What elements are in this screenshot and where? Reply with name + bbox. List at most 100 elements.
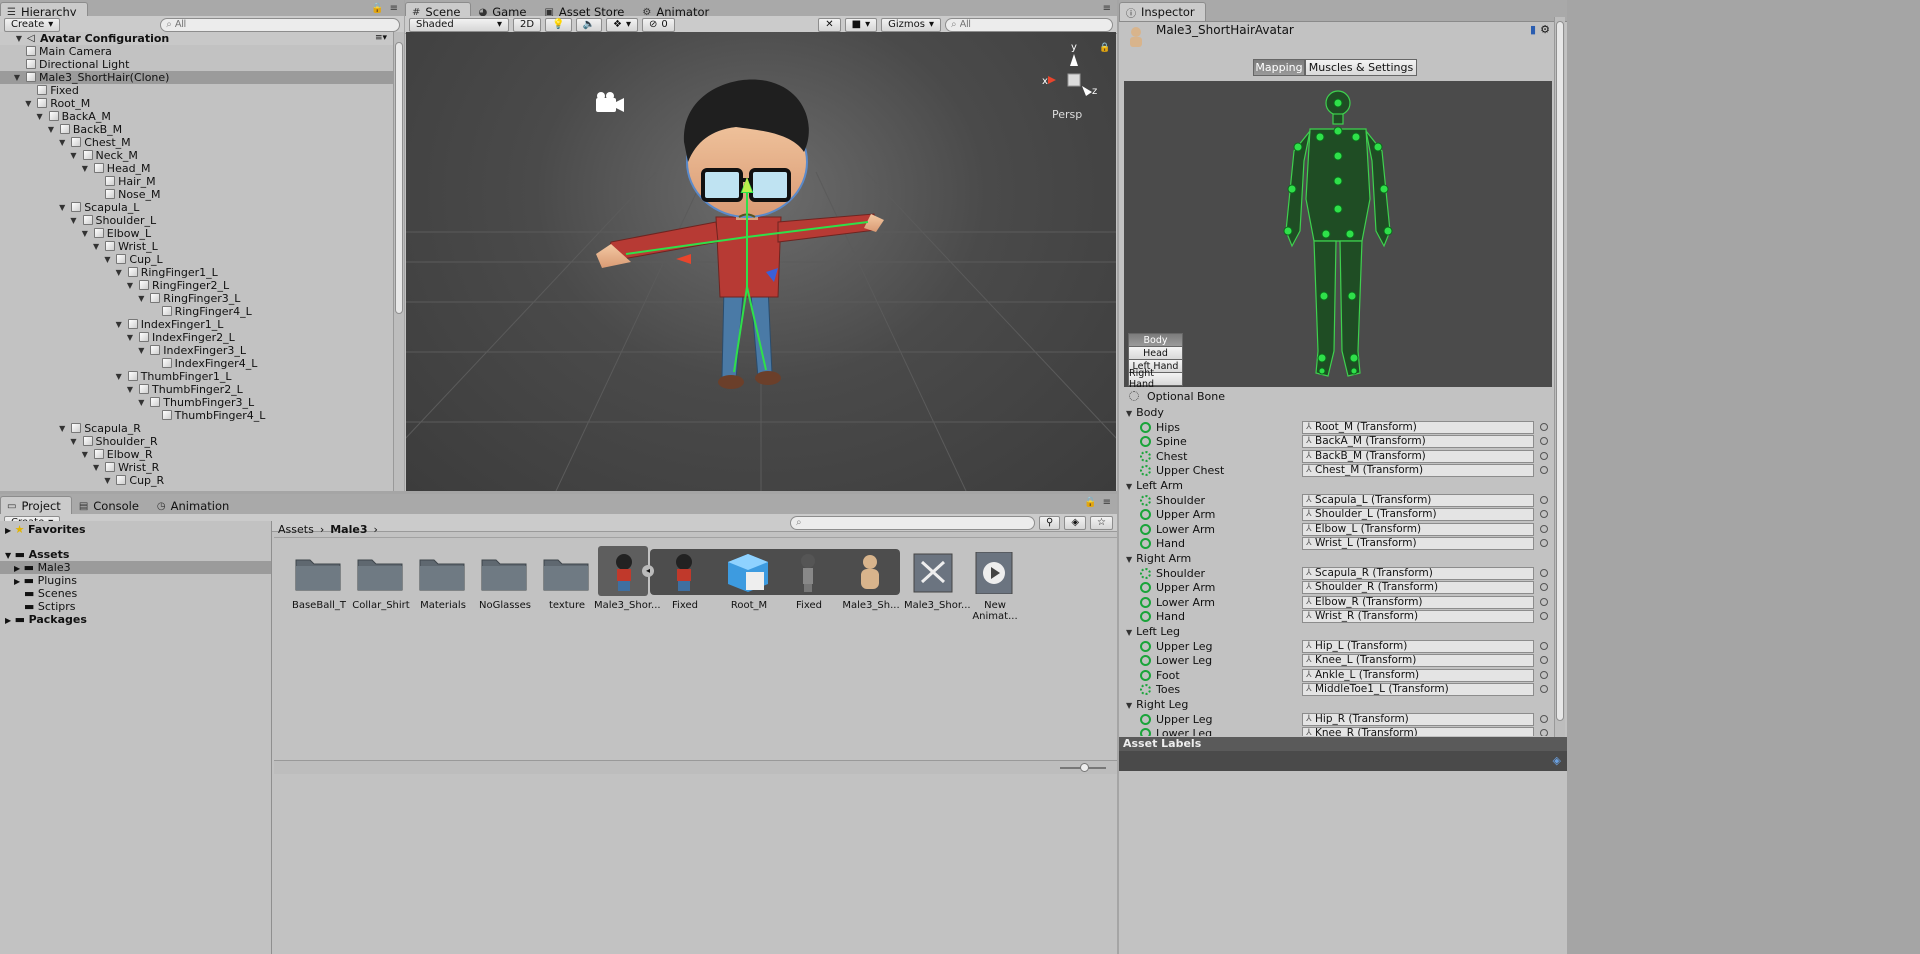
bone-transform-field[interactable]: Wrist_L (Transform)	[1302, 537, 1534, 551]
expand-arrow-icon[interactable]: ▼	[57, 422, 67, 435]
collapse-arrow-icon[interactable]: ▼	[14, 32, 24, 45]
hierarchy-scrollbar[interactable]	[393, 32, 404, 491]
object-picker-icon[interactable]	[1540, 670, 1548, 679]
bone-status-icon[interactable]	[1140, 611, 1151, 623]
body-button[interactable]: Body	[1128, 333, 1183, 347]
asset-label[interactable]: New Animat...	[964, 600, 1026, 622]
hierarchy-item[interactable]: ▼ Cup_R	[0, 474, 393, 487]
asset-label[interactable]: Male3_Shor...	[594, 600, 661, 611]
bone-status-icon[interactable]	[1140, 655, 1151, 667]
hierarchy-item[interactable]: ThumbFinger4_L	[0, 409, 393, 422]
expand-arrow-icon[interactable]: ▼	[46, 123, 56, 136]
asset-label[interactable]: Male3_Sh...	[840, 600, 902, 611]
tree-item-male3[interactable]: ▶ ▬ Male3	[0, 561, 271, 574]
object-picker-icon[interactable]	[1540, 583, 1548, 592]
folder-icon[interactable]	[480, 552, 528, 594]
collapse-subassets-icon[interactable]: ◂	[642, 565, 654, 577]
object-picker-icon[interactable]	[1540, 524, 1548, 533]
animation-clip-icon[interactable]	[970, 551, 1018, 595]
hierarchy-item[interactable]: ▼ Wrist_R	[0, 461, 393, 474]
lighting-toggle[interactable]: 💡	[545, 17, 572, 32]
hierarchy-item[interactable]: ▼ RingFinger1_L	[0, 266, 393, 279]
bone-transform-field[interactable]: MiddleToe1_L (Transform)	[1302, 683, 1534, 697]
menu-icon[interactable]: ≡	[1103, 3, 1111, 14]
tree-item-scenes[interactable]: ▬ Scenes	[24, 587, 77, 600]
cube-mesh-icon[interactable]	[724, 552, 772, 594]
expand-arrow-icon[interactable]: ▼	[136, 396, 146, 409]
hierarchy-item[interactable]: ▼ Root_M	[0, 97, 393, 110]
asset-label[interactable]: texture	[536, 600, 598, 611]
hierarchy-item[interactable]: ▼ BackB_M	[0, 123, 393, 136]
hierarchy-item[interactable]: ▼ Shoulder_L	[0, 214, 393, 227]
scene-header-row[interactable]: ▼ ◁ Avatar Configuration ≡▾	[0, 32, 393, 45]
lock-icon[interactable]: 🔒	[371, 3, 383, 14]
favorites-row[interactable]: ▶ ★ Favorites	[5, 523, 86, 536]
object-picker-icon[interactable]	[1540, 656, 1548, 665]
hierarchy-item[interactable]: ▼ RingFinger2_L	[0, 279, 393, 292]
folder-icon[interactable]	[542, 552, 590, 594]
bone-transform-field[interactable]: Shoulder_L (Transform)	[1302, 508, 1534, 522]
audio-toggle[interactable]: 🔈	[575, 17, 602, 32]
bone-status-icon[interactable]	[1140, 450, 1151, 462]
tab-project[interactable]: ▭ Project	[0, 496, 72, 515]
shading-dropdown[interactable]: Shaded ▾	[409, 17, 509, 32]
hierarchy-item[interactable]: ▼ Scapula_L	[0, 201, 393, 214]
tab-mapping[interactable]: Mapping	[1253, 59, 1305, 76]
gear-icon[interactable]: ⚙	[1540, 23, 1550, 36]
object-picker-icon[interactable]	[1540, 451, 1548, 460]
object-picker-icon[interactable]	[1540, 685, 1548, 694]
body-silhouette[interactable]	[1124, 81, 1552, 387]
bone-status-icon[interactable]	[1140, 669, 1151, 681]
scene-canvas[interactable]: y x z Persp 🔒	[406, 32, 1116, 491]
bone-status-icon[interactable]	[1140, 523, 1151, 535]
expand-arrow-icon[interactable]: ▼	[69, 214, 79, 227]
avatar-icon[interactable]	[846, 552, 894, 594]
expand-arrow-icon[interactable]: ▼	[57, 136, 67, 149]
bone-transform-field[interactable]: Knee_L (Transform)	[1302, 654, 1534, 668]
hierarchy-item[interactable]: ▼ Elbow_R	[0, 448, 393, 461]
bone-transform-field[interactable]: BackB_M (Transform)	[1302, 449, 1534, 463]
hierarchy-item[interactable]: ▼ Chest_M	[0, 136, 393, 149]
menu-icon[interactable]: ≡	[390, 3, 398, 14]
bone-group-header[interactable]: ▼ Left Arm	[1126, 479, 1183, 492]
hierarchy-item[interactable]: ▼ RingFinger3_L	[0, 292, 393, 305]
bone-status-icon[interactable]	[1140, 713, 1151, 725]
asset-label[interactable]: Male3_Shor...	[904, 600, 971, 611]
folder-icon[interactable]	[356, 552, 404, 594]
scene-viewport[interactable]: y x z Persp 🔒	[406, 32, 1116, 491]
expand-arrow-icon[interactable]: ▼	[114, 318, 124, 331]
effects-dropdown[interactable]: ❖ ▾	[605, 17, 638, 32]
expand-arrow-icon[interactable]: ▼	[125, 383, 135, 396]
object-picker-icon[interactable]	[1540, 597, 1548, 606]
bone-transform-field[interactable]: Scapula_R (Transform)	[1302, 566, 1534, 580]
bone-transform-field[interactable]: Ankle_L (Transform)	[1302, 668, 1534, 682]
bone-status-icon[interactable]	[1140, 596, 1151, 608]
asset-label[interactable]: NoGlasses	[474, 600, 536, 611]
bone-transform-field[interactable]: Shoulder_R (Transform)	[1302, 581, 1534, 595]
prefab-icon[interactable]	[910, 552, 958, 594]
bone-transform-field[interactable]: Hip_L (Transform)	[1302, 639, 1534, 653]
hierarchy-item[interactable]: Nose_M	[0, 188, 393, 201]
hierarchy-item[interactable]: ▼ Wrist_L	[0, 240, 393, 253]
hierarchy-item[interactable]: ▼ BackA_M	[0, 110, 393, 123]
hierarchy-item[interactable]: ▼ ThumbFinger3_L	[0, 396, 393, 409]
packages-row[interactable]: ▶ ▬ Packages	[5, 613, 87, 626]
expand-arrow-icon[interactable]: ▼	[125, 331, 135, 344]
expand-arrow-icon[interactable]: ▼	[57, 201, 67, 214]
tree-item-sctiprs[interactable]: ▬ Sctiprs	[24, 600, 76, 613]
object-picker-icon[interactable]	[1540, 466, 1548, 475]
hierarchy-item[interactable]: IndexFinger4_L	[0, 357, 393, 370]
camera-dropdown[interactable]: ■ ▾	[844, 17, 878, 32]
asset-label[interactable]: Materials	[412, 600, 474, 611]
tab-console[interactable]: ▤ Console	[72, 496, 150, 515]
zoom-slider-thumb[interactable]	[1080, 763, 1089, 772]
expand-arrow-icon[interactable]: ▼	[91, 461, 101, 474]
hierarchy-item[interactable]: Fixed	[0, 84, 393, 97]
hierarchy-item[interactable]: ▼ Elbow_L	[0, 227, 393, 240]
expand-arrow-icon[interactable]: ▼	[125, 279, 135, 292]
tab-muscles-settings[interactable]: Muscles & Settings	[1305, 59, 1417, 76]
scrollbar-thumb[interactable]	[395, 42, 403, 314]
hierarchy-search-input[interactable]	[174, 19, 394, 30]
expand-arrow-icon[interactable]: ▼	[102, 253, 112, 266]
hierarchy-item[interactable]: ▼ Scapula_R	[0, 422, 393, 435]
